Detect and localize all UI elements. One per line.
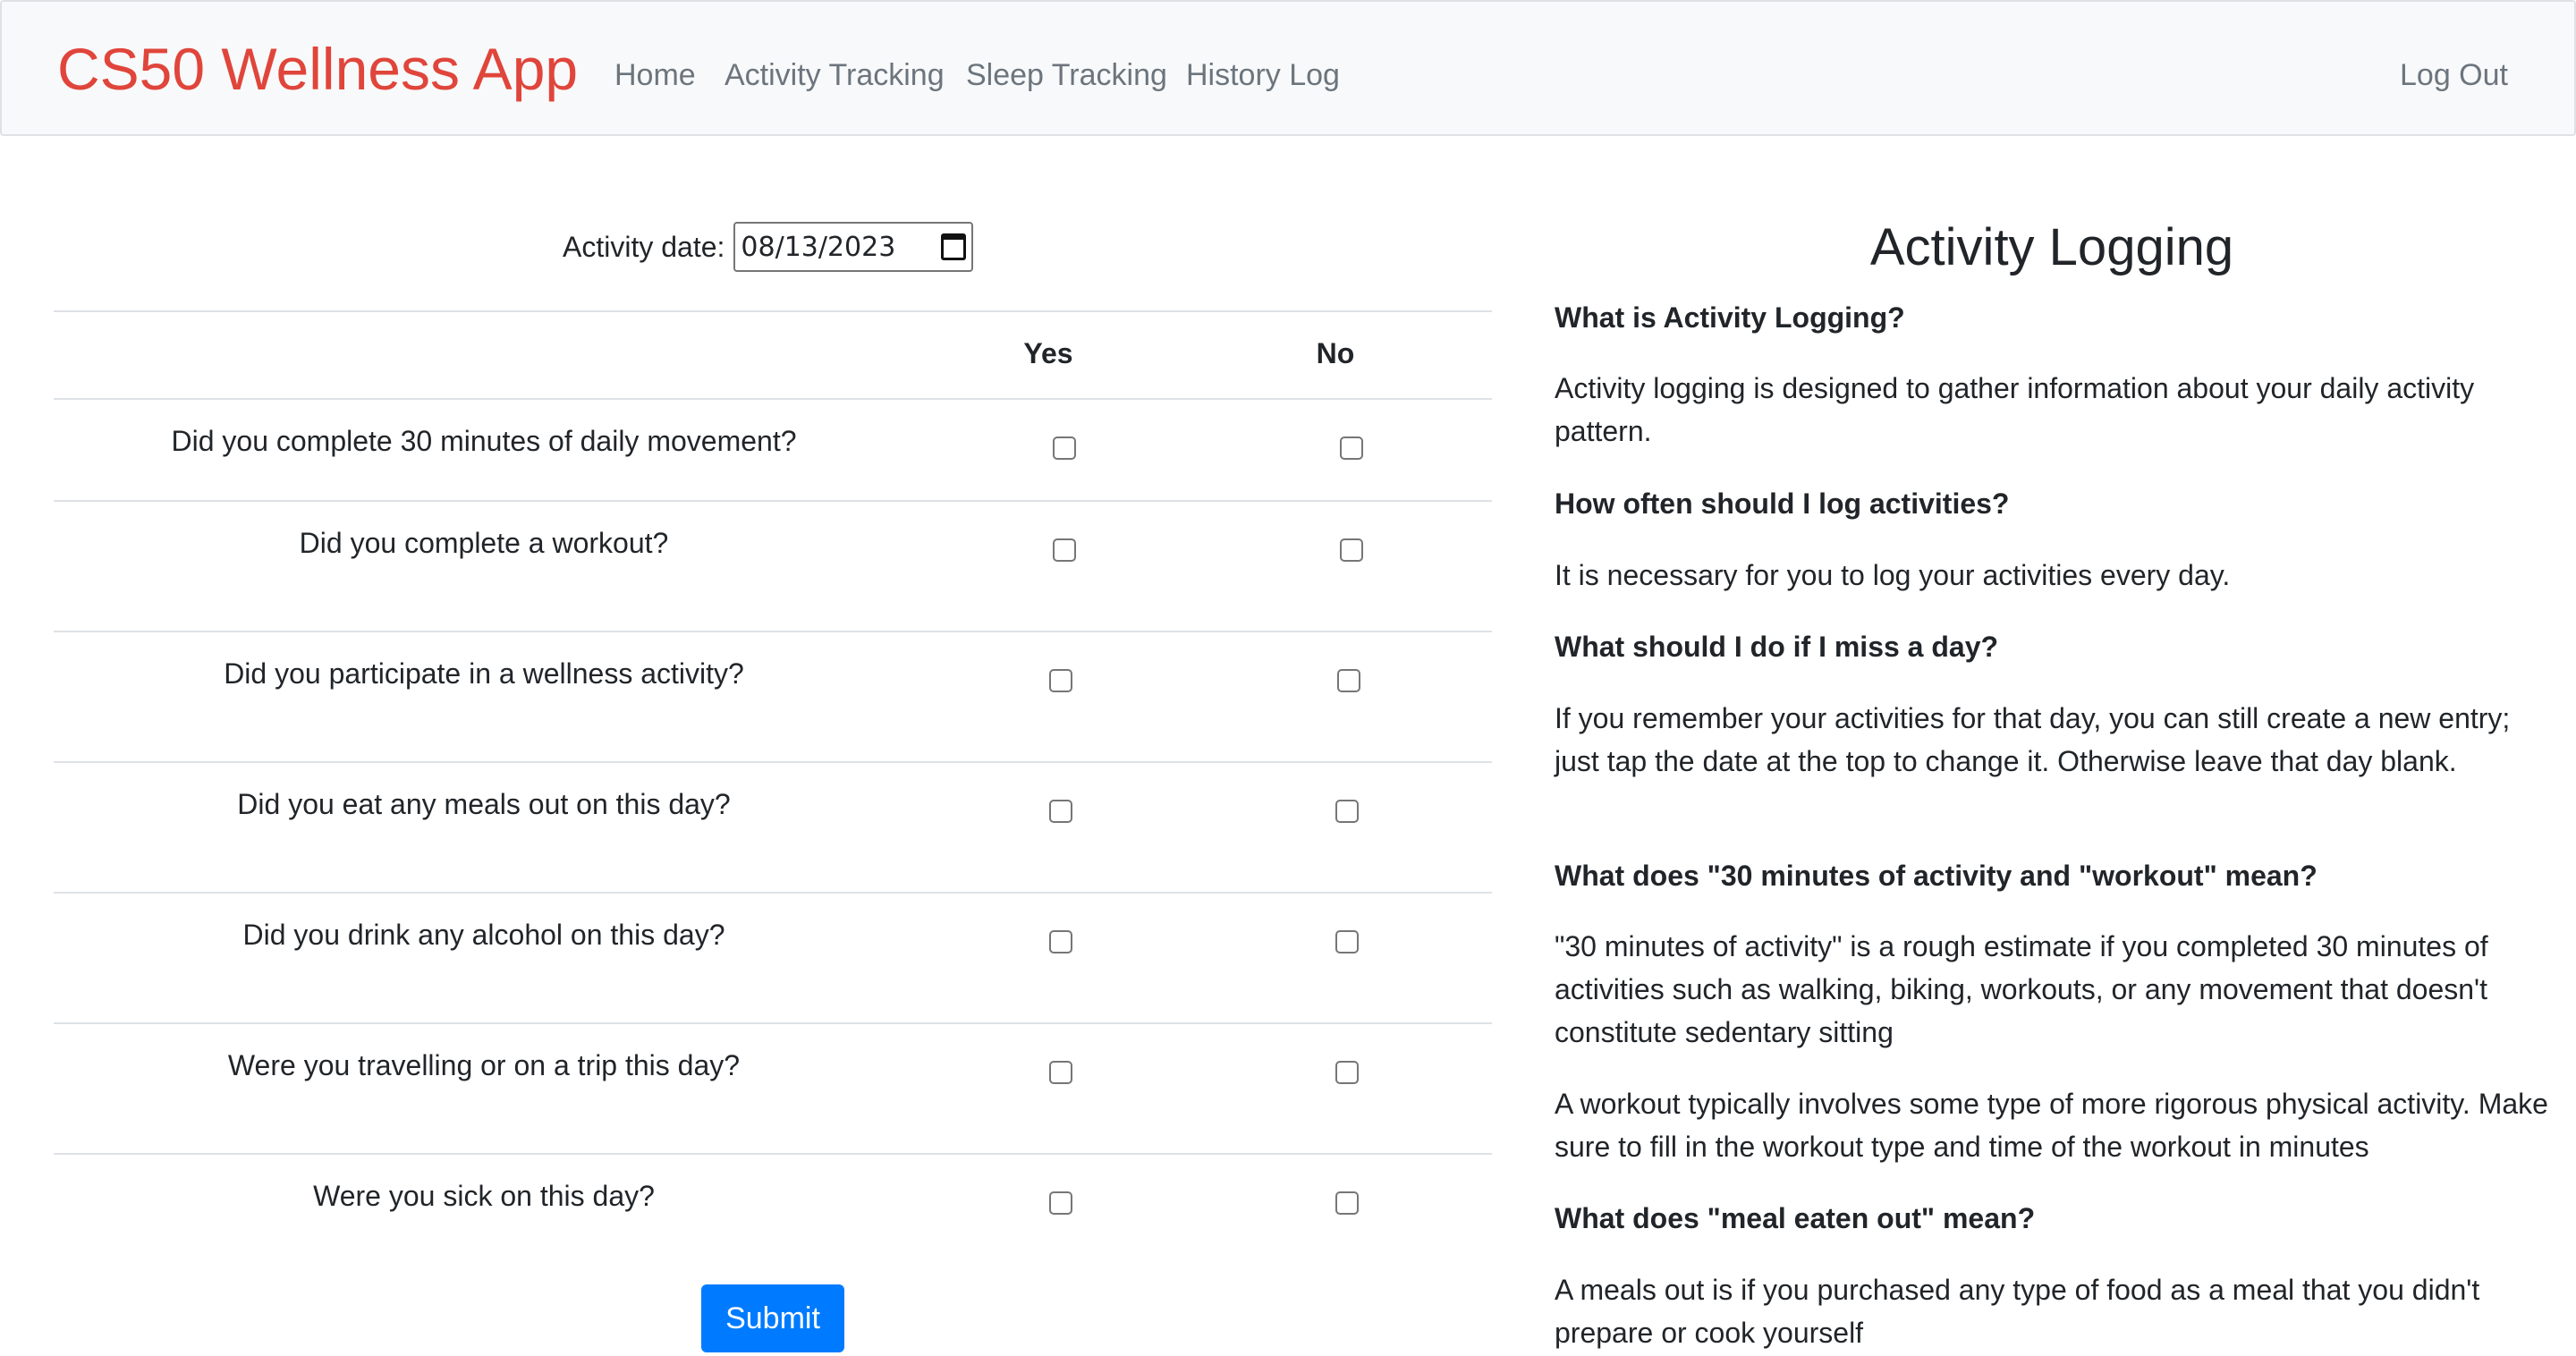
faq-question: What is Activity Logging?	[1555, 301, 1905, 334]
question-wellness-activity: Did you participate in a wellness activi…	[224, 657, 744, 690]
nav-activity-tracking[interactable]: Activity Tracking	[724, 57, 945, 93]
table-divider	[54, 310, 1492, 312]
column-header-yes: Yes	[1023, 337, 1073, 369]
faq-question: How often should I log activities?	[1555, 487, 2010, 520]
nav-home[interactable]: Home	[614, 57, 696, 93]
faq-question: What does "meal eaten out" mean?	[1555, 1202, 2036, 1234]
brand-logo[interactable]: CS50 Wellness App	[57, 34, 578, 104]
table-divider	[54, 398, 1492, 400]
checkbox-meals-out-yes[interactable]	[1049, 800, 1072, 823]
question-sick: Were you sick on this day?	[313, 1180, 655, 1212]
faq-answer: A workout typically involves some type o…	[1555, 1088, 2548, 1163]
table-divider	[54, 1153, 1492, 1155]
checkbox-travelling-no[interactable]	[1335, 1061, 1359, 1084]
checkbox-wellness-activity-yes[interactable]	[1049, 669, 1072, 692]
table-divider	[54, 1022, 1492, 1024]
info-title: Activity Logging	[1869, 218, 2234, 276]
faq-answer: A meals out is if you purchased any type…	[1555, 1274, 2480, 1349]
checkbox-travelling-yes[interactable]	[1049, 1061, 1072, 1084]
checkbox-meals-out-no[interactable]	[1335, 800, 1359, 823]
activity-date-label: Activity date:	[563, 230, 725, 263]
faq-answer: It is necessary for you to log your acti…	[1555, 559, 2231, 591]
table-divider	[54, 761, 1492, 763]
question-workout: Did you complete a workout?	[299, 527, 669, 559]
faq-answer: If you remember your activities for that…	[1555, 702, 2511, 777]
faq-question: What should I do if I miss a day?	[1555, 631, 1999, 663]
nav-history-log[interactable]: History Log	[1186, 57, 1340, 93]
checkbox-sick-no[interactable]	[1335, 1191, 1359, 1215]
question-daily-movement: Did you complete 30 minutes of daily mov…	[171, 425, 797, 457]
nav-sleep-tracking[interactable]: Sleep Tracking	[966, 57, 1167, 93]
calendar-icon[interactable]	[941, 233, 967, 260]
checkbox-sick-yes[interactable]	[1049, 1191, 1072, 1215]
checkbox-alcohol-yes[interactable]	[1049, 930, 1072, 953]
activity-date-input[interactable]: 08/13/2023	[733, 222, 974, 272]
activity-date-row: Activity date: 08/13/2023	[563, 222, 974, 272]
question-meals-out: Did you eat any meals out on this day?	[237, 788, 731, 820]
question-travelling: Were you travelling or on a trip this da…	[227, 1049, 741, 1081]
checkbox-workout-yes[interactable]	[1053, 538, 1076, 562]
nav-log-out[interactable]: Log Out	[2400, 57, 2508, 93]
checkbox-daily-movement-no[interactable]	[1340, 436, 1363, 460]
column-header-no: No	[1316, 337, 1355, 369]
table-divider	[54, 631, 1492, 632]
checkbox-workout-no[interactable]	[1340, 538, 1363, 562]
faq-answer: "30 minutes of activity" is a rough esti…	[1555, 930, 2488, 1048]
table-divider	[54, 500, 1492, 502]
faq-answer: Activity logging is designed to gather i…	[1555, 372, 2475, 447]
checkbox-daily-movement-yes[interactable]	[1053, 436, 1076, 460]
table-divider	[54, 892, 1492, 894]
checkbox-alcohol-no[interactable]	[1335, 930, 1359, 953]
activity-date-value: 08/13/2023	[741, 231, 896, 263]
faq-question: What does "30 minutes of activity and "w…	[1555, 860, 2318, 892]
checkbox-wellness-activity-no[interactable]	[1337, 669, 1360, 692]
submit-button[interactable]: Submit	[701, 1284, 844, 1352]
navbar: CS50 Wellness App Home Activity Tracking…	[0, 0, 2576, 136]
question-alcohol: Did you drink any alcohol on this day?	[242, 919, 725, 951]
